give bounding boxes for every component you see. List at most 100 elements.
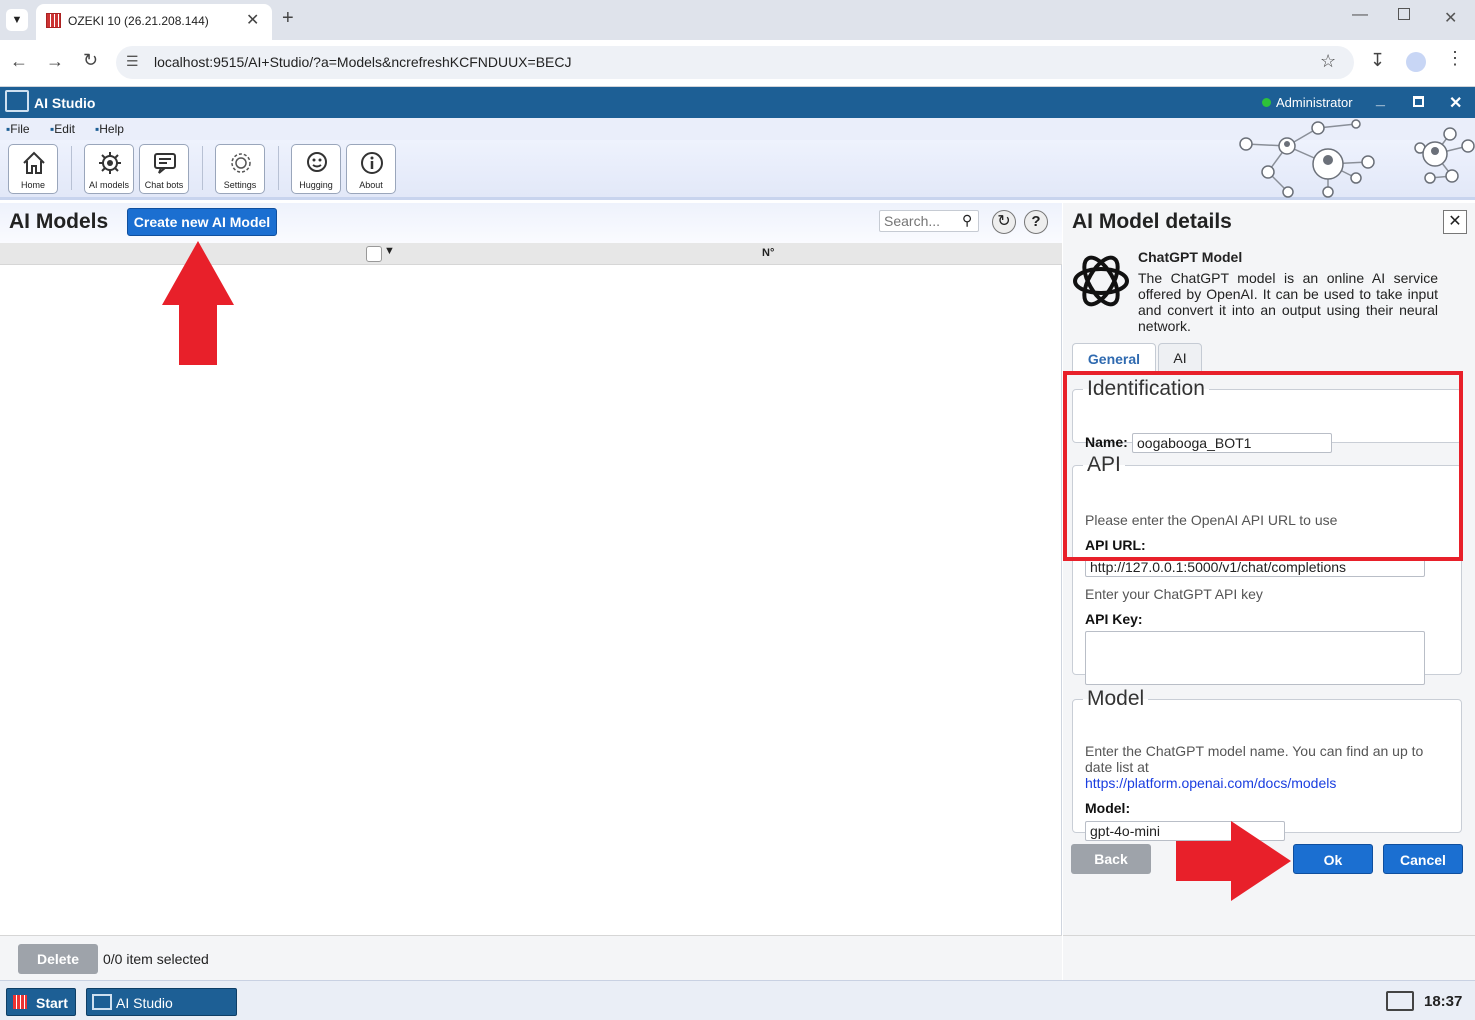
annotation-arrow-right-icon bbox=[1176, 821, 1291, 901]
start-button[interactable]: Start bbox=[6, 988, 76, 1016]
chat-bots-button[interactable]: Chat bots bbox=[139, 144, 189, 194]
ai-model-details-panel: AI Model details ✕ ChatGPT Model The Cha… bbox=[1063, 203, 1475, 980]
user-status-icon bbox=[1262, 98, 1271, 107]
back-icon[interactable]: ← bbox=[10, 51, 28, 72]
app-minimize-icon[interactable]: _ bbox=[1376, 91, 1385, 109]
select-all-checkbox[interactable] bbox=[366, 246, 382, 262]
api-key-hint: Enter your ChatGPT API key bbox=[1085, 586, 1263, 602]
toolbar: Home AI models Chat bots Settings Huggin… bbox=[0, 119, 1475, 200]
menu-help[interactable]: ▪Help bbox=[95, 122, 124, 136]
clock: 18:37 bbox=[1424, 993, 1463, 1010]
ai-models-panel: AI Models Create new AI Model ⚲ ↻ ? ▼ N°… bbox=[0, 203, 1062, 980]
tab-close-icon[interactable]: ✕ bbox=[246, 10, 259, 30]
selection-status: 0/0 item selected bbox=[103, 951, 209, 967]
app-close-icon[interactable]: ✕ bbox=[1449, 93, 1462, 113]
ai-models-label: AI models bbox=[88, 180, 130, 190]
openai-models-link[interactable]: https://platform.openai.com/docs/models bbox=[1085, 775, 1336, 791]
bookmark-star-icon[interactable]: ☆ bbox=[1320, 51, 1336, 72]
browser-menu-icon[interactable]: ⋮ bbox=[1446, 48, 1464, 69]
cancel-button[interactable]: Cancel bbox=[1383, 844, 1463, 874]
settings-label: Settings bbox=[223, 180, 257, 190]
taskbar-app-ai-studio[interactable]: AI Studio bbox=[86, 988, 237, 1016]
info-icon bbox=[361, 152, 383, 174]
highlight-box bbox=[1063, 371, 1463, 561]
url-text: localhost:9515/AI+Studio/?a=Models&ncref… bbox=[154, 54, 572, 70]
forward-icon[interactable]: → bbox=[46, 51, 64, 72]
taskbar-app-label: AI Studio bbox=[116, 995, 173, 1011]
api-key-label: API Key: bbox=[1085, 611, 1143, 627]
about-button[interactable]: About bbox=[346, 144, 396, 194]
home-icon bbox=[23, 151, 45, 174]
url-input[interactable]: ☰ localhost:9515/AI+Studio/?a=Models&ncr… bbox=[116, 46, 1354, 79]
home-button[interactable]: Home bbox=[8, 144, 58, 194]
app-title: AI Studio bbox=[34, 95, 96, 111]
download-icon[interactable]: ↧ bbox=[1370, 50, 1385, 71]
ai-models-footer: Delete 0/0 item selected bbox=[0, 935, 1062, 980]
delete-button[interactable]: Delete bbox=[18, 944, 98, 974]
ai-models-button[interactable]: AI models bbox=[84, 144, 134, 194]
tab-title: OZEKI 10 (26.21.208.144) bbox=[68, 14, 209, 28]
chat-bots-label: Chat bots bbox=[144, 180, 184, 190]
browser-tab-bar: ▼ OZEKI 10 (26.21.208.144) ✕ + — ✕ bbox=[0, 0, 1475, 40]
about-label: About bbox=[359, 180, 383, 190]
api-key-textarea[interactable] bbox=[1085, 631, 1425, 685]
toolbar-separator bbox=[71, 146, 72, 190]
reload-icon[interactable]: ↻ bbox=[83, 50, 98, 71]
page-title: AI Models bbox=[9, 210, 109, 233]
close-window-icon[interactable]: ✕ bbox=[1444, 8, 1457, 28]
browser-address-bar: ← → ↻ ☰ localhost:9515/AI+Studio/?a=Mode… bbox=[0, 40, 1475, 87]
search-input-wrap[interactable]: ⚲ bbox=[879, 210, 979, 232]
tab-favicon-icon bbox=[46, 13, 61, 28]
tab-general[interactable]: General bbox=[1072, 343, 1156, 373]
app-logo-icon bbox=[5, 90, 29, 112]
user-name[interactable]: Administrator bbox=[1276, 95, 1353, 110]
menu-file[interactable]: ▪File bbox=[6, 122, 30, 136]
start-label: Start bbox=[36, 995, 68, 1011]
toolbar-separator bbox=[278, 146, 279, 190]
browser-tab[interactable]: OZEKI 10 (26.21.208.144) ✕ bbox=[36, 4, 272, 40]
ok-button[interactable]: Ok bbox=[1293, 844, 1373, 874]
search-input[interactable] bbox=[884, 212, 958, 230]
model-type-name: ChatGPT Model bbox=[1138, 249, 1243, 265]
tab-list-button[interactable]: ▼ bbox=[6, 9, 28, 31]
annotation-arrow-up-icon bbox=[162, 241, 234, 365]
refresh-icon[interactable]: ↻ bbox=[992, 210, 1016, 234]
tab-ai[interactable]: AI bbox=[1158, 343, 1202, 372]
help-icon[interactable]: ? bbox=[1024, 210, 1048, 234]
start-icon bbox=[13, 995, 27, 1009]
search-icon[interactable]: ⚲ bbox=[962, 212, 972, 229]
toolbar-separator bbox=[202, 146, 203, 190]
menu-edit[interactable]: ▪Edit bbox=[50, 122, 75, 136]
ai-models-icon bbox=[99, 152, 121, 174]
home-label: Home bbox=[20, 180, 45, 190]
details-close-icon[interactable]: ✕ bbox=[1443, 210, 1467, 234]
table-header: ▼ N° bbox=[0, 243, 1062, 265]
hugging-button[interactable]: Hugging bbox=[291, 144, 341, 194]
site-info-icon[interactable]: ☰ bbox=[126, 53, 139, 70]
settings-button[interactable]: Settings bbox=[215, 144, 265, 194]
app-maximize-icon[interactable] bbox=[1413, 96, 1424, 107]
column-number-header[interactable]: N° bbox=[762, 247, 774, 259]
create-new-ai-model-button[interactable]: Create new AI Model bbox=[127, 208, 277, 236]
taskbar: Start AI Studio 18:37 bbox=[0, 980, 1475, 1020]
model-hint: Enter the ChatGPT model name. You can fi… bbox=[1085, 743, 1424, 775]
hugging-label: Hugging bbox=[299, 180, 333, 190]
new-tab-icon[interactable]: + bbox=[282, 7, 294, 30]
openai-logo-icon bbox=[1073, 255, 1129, 307]
maximize-window-icon[interactable] bbox=[1398, 8, 1410, 20]
details-footer bbox=[1063, 935, 1475, 980]
app-header: AI Studio Administrator _ ✕ bbox=[0, 87, 1475, 118]
profile-avatar-icon[interactable] bbox=[1406, 52, 1426, 72]
hugging-face-icon bbox=[307, 152, 327, 172]
network-decoration-icon bbox=[1239, 119, 1475, 198]
model-label: Model: bbox=[1085, 800, 1131, 816]
back-button[interactable]: Back bbox=[1071, 844, 1151, 874]
monitor-icon[interactable] bbox=[1386, 991, 1414, 1011]
ai-models-header: AI Models Create new AI Model ⚲ ↻ ? bbox=[0, 203, 1062, 243]
model-legend: Model bbox=[1087, 687, 1145, 710]
gear-icon bbox=[231, 153, 251, 173]
select-menu-chevron-icon[interactable]: ▼ bbox=[384, 245, 395, 257]
minimize-window-icon[interactable]: — bbox=[1352, 6, 1368, 24]
model-description: The ChatGPT model is an online AI servic… bbox=[1138, 270, 1438, 334]
taskbar-app-icon bbox=[92, 994, 112, 1010]
